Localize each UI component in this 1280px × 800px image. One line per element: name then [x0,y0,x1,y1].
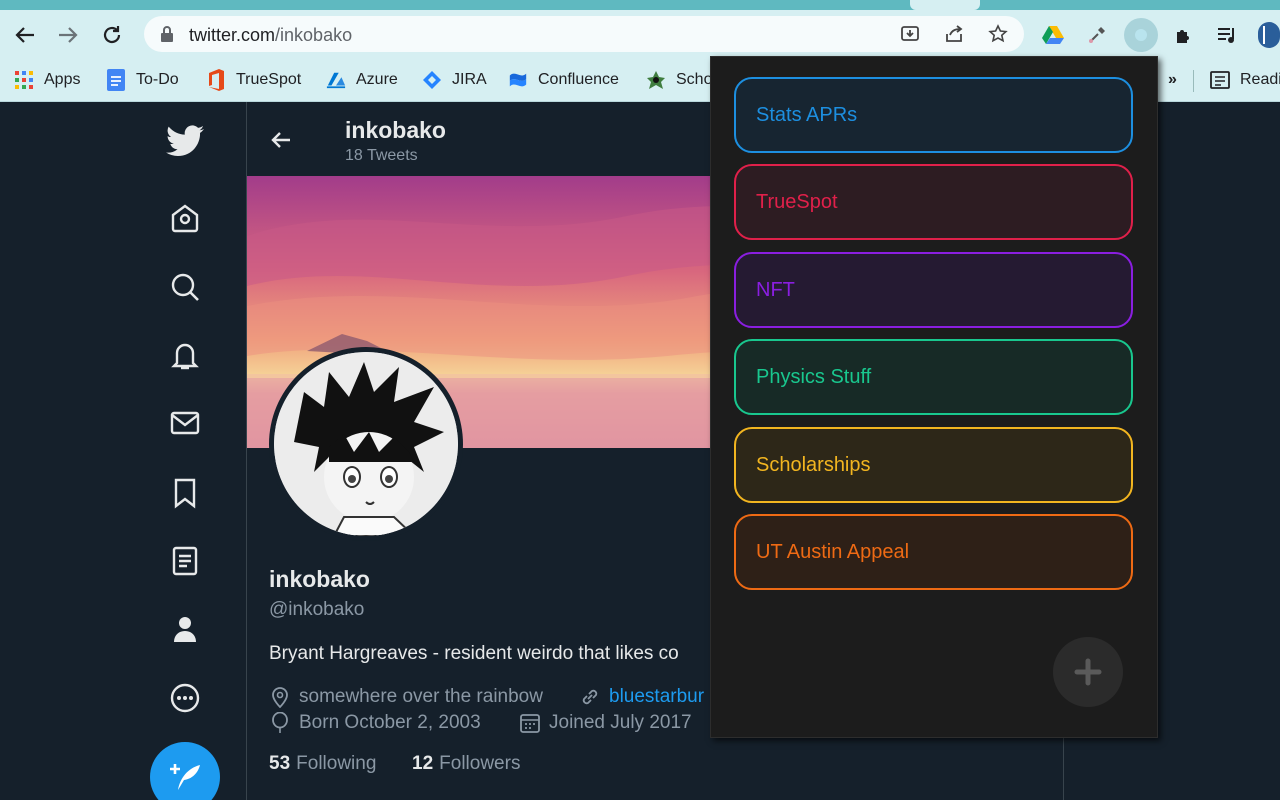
folder-button-ut-austin-appeal[interactable]: UT Austin Appeal [734,514,1133,590]
bookmark-label: To-Do [136,71,179,88]
extension-popup: Stats APRs TrueSpot NFT Physics Stuff Sc… [710,56,1158,738]
twitter-sidebar [150,102,220,800]
folder-button-physics-stuff[interactable]: Physics Stuff [734,339,1133,415]
folder-label: NFT [756,278,795,301]
avatar-image [274,352,458,536]
back-arrow-icon[interactable] [12,22,38,48]
office-icon [206,69,226,91]
bookmark-label: JIRA [452,71,487,88]
bookmarks-divider [1193,70,1194,92]
reading-list-icon [1210,70,1230,90]
extensions-puzzle-icon[interactable] [1171,22,1197,48]
bookmark-to-do[interactable]: To-Do [106,68,179,92]
folder-button-truespot[interactable]: TrueSpot [734,164,1133,240]
profile-website[interactable]: bluestarbur [579,686,704,708]
location-pin-icon [269,686,291,708]
bookmark-confluence[interactable]: Confluence [508,68,619,92]
profile-bio: Bryant Hargreaves - resident weirdo that… [269,643,679,664]
azure-icon [326,70,346,90]
calendar-icon [519,712,541,734]
confluence-icon [508,70,528,90]
plus-icon [1074,658,1102,686]
profile-handle: @inkobako [269,599,365,620]
profile-avatar-icon[interactable] [1258,22,1280,48]
balloon-icon [269,712,291,734]
profile-birthday: Born October 2, 2003 [269,712,481,734]
folder-label: Physics Stuff [756,365,872,388]
folder-label: Stats APRs [756,103,858,126]
back-arrow-icon[interactable] [269,128,293,157]
google-drive-icon[interactable] [1040,22,1066,48]
docs-icon [106,69,126,91]
folder-label: Scholarships [756,453,871,476]
messages-envelope-icon[interactable] [166,404,204,442]
profile-name: inkobako [269,566,370,592]
followers-link[interactable]: 12 Followers [412,753,520,775]
scholar-icon [646,70,666,90]
tab-strip [0,0,1280,10]
reload-icon[interactable] [99,22,125,48]
jira-icon [422,70,442,90]
eyedropper-icon[interactable] [1084,22,1110,48]
following-link[interactable]: 53 Following [269,753,376,775]
notifications-bell-icon[interactable] [166,336,204,374]
lock-icon[interactable] [156,23,178,45]
profile-icon[interactable] [166,610,204,648]
profile-joined: Joined July 2017 [519,712,692,734]
media-queue-icon[interactable] [1214,22,1240,48]
address-bar[interactable]: twitter.com/inkobako [144,16,1024,52]
bookmark-label: Confluence [538,71,619,88]
header-tweet-count: 18 Tweets [345,147,418,164]
lists-icon[interactable] [166,542,204,580]
install-app-icon[interactable] [899,23,921,45]
bookmark-jira[interactable]: JIRA [422,68,487,92]
bookmark-scho[interactable]: Scho [646,68,712,92]
reading-list-label: Readi [1240,71,1280,88]
bookmark-label: Scho [676,71,713,88]
home-icon[interactable] [166,199,204,237]
link-icon [579,686,601,708]
folder-label: UT Austin Appeal [756,540,910,563]
url-text[interactable]: twitter.com/inkobako [189,25,352,46]
profile-location: somewhere over the rainbow [269,686,543,708]
folder-button-stats-aprs[interactable]: Stats APRs [734,77,1133,153]
bookmarks-overflow-button[interactable]: » [1168,68,1177,92]
bookmarks-icon[interactable] [166,474,204,512]
twitter-bird-icon[interactable] [166,122,204,160]
folder-button-nft[interactable]: NFT [734,252,1133,328]
bookmark-label: TrueSpot [236,71,302,88]
header-profile-name: inkobako [345,117,446,143]
apps-grid-icon [14,70,34,90]
compose-tweet-button[interactable] [150,742,220,800]
share-icon[interactable] [943,23,965,45]
browser-toolbar: twitter.com/inkobako [0,10,1280,60]
profile-avatar[interactable] [269,347,463,541]
folder-button-scholarships[interactable]: Scholarships [734,427,1133,503]
folder-label: TrueSpot [756,190,838,213]
reading-list-button[interactable]: Readi [1210,68,1280,92]
folder-extension-icon[interactable] [1124,18,1158,52]
bookmark-label: Azure [356,71,398,88]
bookmark-apps[interactable]: Apps [14,68,80,92]
add-folder-button[interactable] [1053,637,1123,707]
search-icon[interactable] [166,268,204,306]
bookmark-azure[interactable]: Azure [326,68,398,92]
feather-plus-icon [170,764,200,790]
active-tab[interactable] [910,0,980,10]
forward-arrow-icon[interactable] [55,22,81,48]
bookmark-label: Apps [44,71,81,88]
bookmark-truespot[interactable]: TrueSpot [206,68,301,92]
more-icon[interactable] [166,679,204,717]
bookmark-star-icon[interactable] [987,23,1009,45]
